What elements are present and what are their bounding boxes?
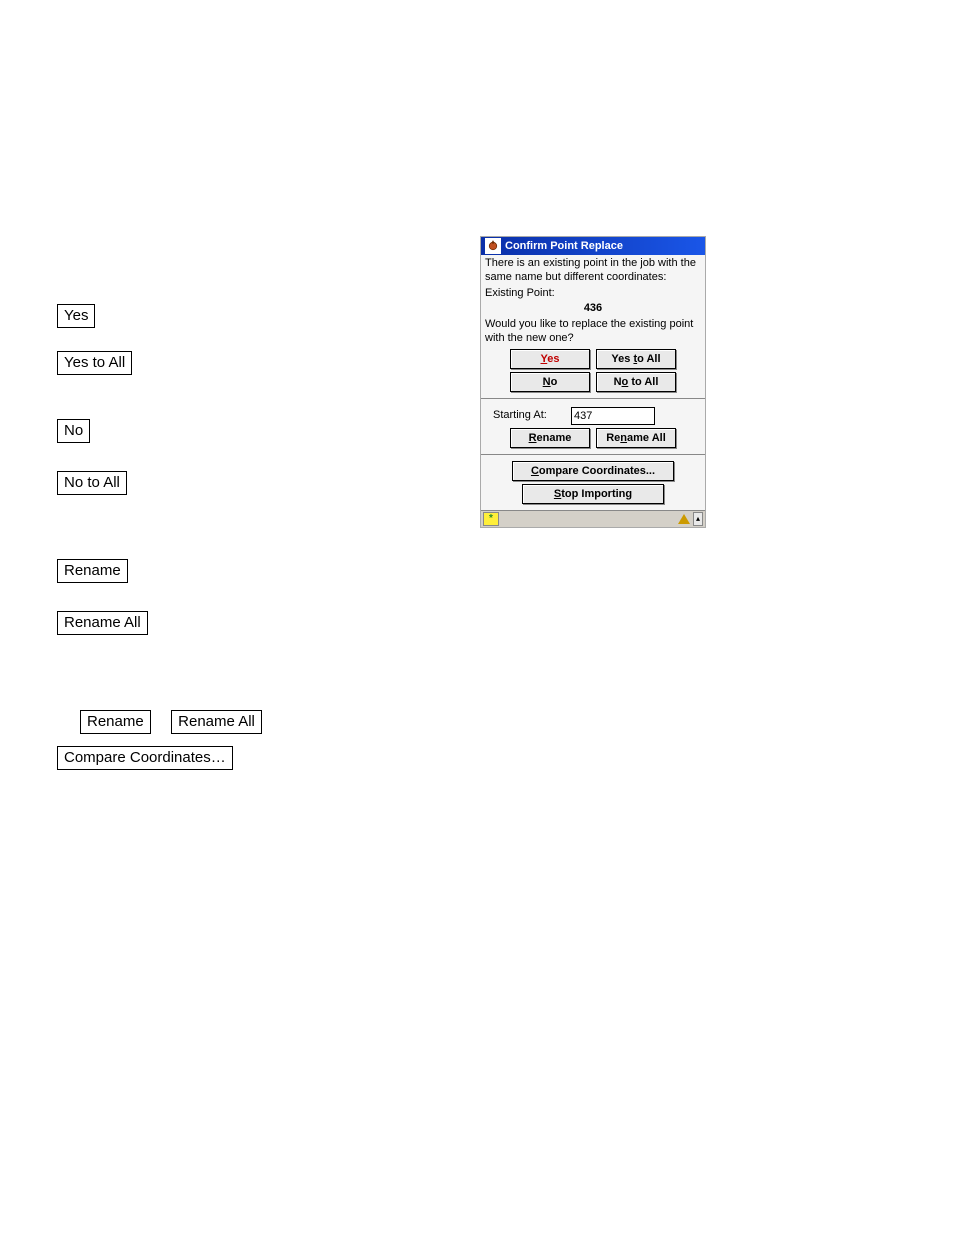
stop-importing-button[interactable]: Stop Importing <box>522 484 664 504</box>
status-bar: * ▴ <box>481 510 705 527</box>
compare-coordinates-button[interactable]: Compare Coordinates... <box>512 461 674 481</box>
option-yes-to-all: Yes to All <box>57 351 132 375</box>
warning-icon <box>678 514 690 524</box>
no-button[interactable]: No <box>510 372 590 392</box>
no-to-all-button[interactable]: No to All <box>596 372 676 392</box>
yes-button[interactable]: Yes <box>510 349 590 369</box>
existing-point-label: Existing Point: <box>485 287 701 301</box>
dialog-titlebar: Confirm Point Replace <box>481 237 705 255</box>
starting-at-input[interactable] <box>571 407 655 425</box>
dialog-message-1: There is an existing point in the job wi… <box>485 257 701 285</box>
existing-point-value: 436 <box>485 302 701 316</box>
starting-at-label: Starting At: <box>493 409 565 423</box>
divider-2 <box>481 454 705 455</box>
option-rename-all-2: Rename All <box>171 710 262 734</box>
app-icon <box>485 238 501 254</box>
rename-button[interactable]: Rename <box>510 428 590 448</box>
status-star-icon: * <box>483 512 499 526</box>
scroll-up-icon[interactable]: ▴ <box>693 512 703 526</box>
option-no: No <box>57 419 90 443</box>
dialog-question: Would you like to replace the existing p… <box>485 318 701 346</box>
option-rename: Rename <box>57 559 128 583</box>
dialog-title: Confirm Point Replace <box>505 240 623 252</box>
option-no-to-all: No to All <box>57 471 127 495</box>
confirm-point-replace-dialog: Confirm Point Replace There is an existi… <box>480 236 706 528</box>
divider <box>481 398 705 399</box>
option-rename-all: Rename All <box>57 611 148 635</box>
yes-to-all-button[interactable]: Yes to All <box>596 349 676 369</box>
dialog-body: There is an existing point in the job wi… <box>481 255 705 510</box>
rename-all-button[interactable]: Rename All <box>596 428 676 448</box>
option-yes: Yes <box>57 304 95 328</box>
option-compare-coordinates: Compare Coordinates… <box>57 746 233 770</box>
option-rename-2: Rename <box>80 710 151 734</box>
